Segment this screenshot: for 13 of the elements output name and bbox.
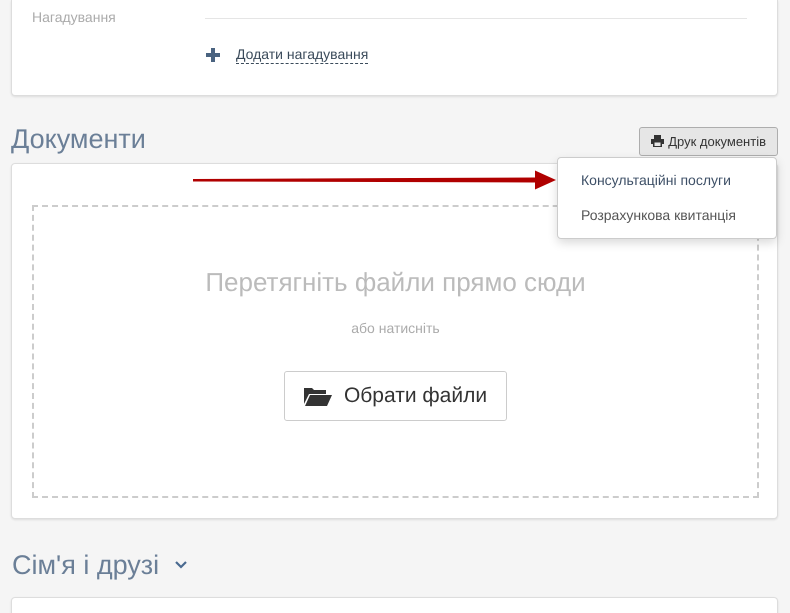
dropzone-title: Перетягніть файли прямо сюди: [205, 267, 586, 298]
add-reminder-link[interactable]: Додати нагадування: [236, 46, 368, 64]
section-title: Документи: [11, 124, 146, 154]
dropzone-hint: або натисніть: [351, 320, 440, 336]
print-documents-button[interactable]: Друк документів: [639, 126, 778, 156]
section-title: Сім'я і друзі: [12, 550, 160, 580]
choose-files-button[interactable]: Обрати файли: [284, 371, 508, 421]
folder-icon: [304, 386, 332, 406]
plus-icon: [206, 48, 220, 62]
chevron-icon[interactable]: [175, 561, 188, 569]
printer-icon: [651, 135, 664, 147]
reminders-label: Нагадування: [32, 8, 117, 25]
menu-item[interactable]: Консультаційні послуги: [558, 163, 776, 198]
